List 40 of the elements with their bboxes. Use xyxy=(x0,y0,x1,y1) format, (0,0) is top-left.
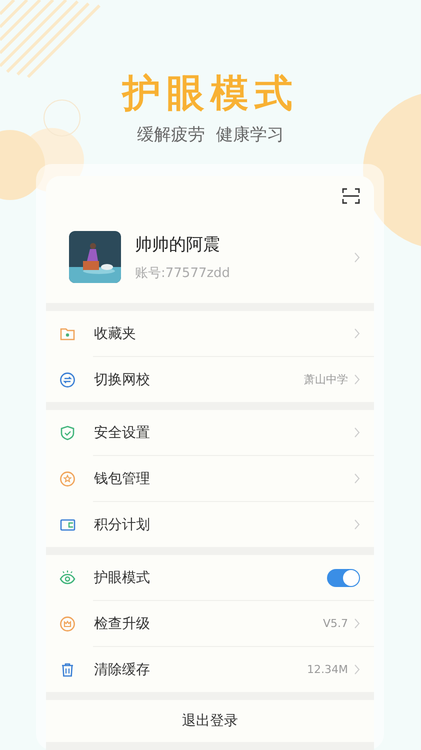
row-label: 清除缓存 xyxy=(94,660,151,678)
settings-row[interactable]: 积分计划 xyxy=(46,502,374,547)
row-label: 检查升级 xyxy=(94,614,151,632)
page-subtitle: 缓解疲劳 健康学习 xyxy=(137,124,284,146)
settings-row[interactable]: 清除缓存 12.34M xyxy=(46,647,374,692)
chevron-icon xyxy=(354,252,360,262)
chevron-icon xyxy=(354,618,360,629)
chevron-icon xyxy=(354,473,360,484)
settings-row[interactable]: 收藏夹 xyxy=(46,311,374,356)
logout-button[interactable]: 退出登录 xyxy=(46,700,374,742)
row-value: 萧山中学 xyxy=(304,372,348,387)
chevron-icon xyxy=(354,519,360,530)
row-label: 护眼模式 xyxy=(94,568,151,586)
row-label: 积分计划 xyxy=(94,516,151,534)
settings-row[interactable]: 钱包管理 xyxy=(46,456,374,501)
chevron-icon xyxy=(354,374,360,385)
settings-row[interactable]: 安全设置 xyxy=(46,410,374,455)
settings-row[interactable]: 切换网校 萧山中学 xyxy=(46,357,374,402)
settings-row[interactable]: 护眼模式 xyxy=(46,555,374,600)
shield-icon xyxy=(59,424,76,441)
settings-row[interactable]: 检查升级 V5.7 xyxy=(46,601,374,646)
row-label: 收藏夹 xyxy=(94,324,137,342)
trash-icon xyxy=(59,661,76,678)
page-title: 护眼模式 xyxy=(122,70,298,116)
swap-icon xyxy=(59,371,76,388)
chevron-icon xyxy=(354,427,360,438)
toggle-switch[interactable] xyxy=(327,568,360,586)
row-value: V5.7 xyxy=(322,617,348,630)
row-label: 切换网校 xyxy=(94,370,151,388)
row-label: 钱包管理 xyxy=(94,470,151,488)
chevron-icon xyxy=(354,328,360,339)
eye-icon xyxy=(59,569,76,586)
row-value: 12.34M xyxy=(307,663,348,676)
scan-icon[interactable] xyxy=(342,188,360,204)
chevron-icon xyxy=(354,664,360,675)
account-number: 账号:77577zdd xyxy=(135,264,232,282)
ring-drawing xyxy=(44,100,80,136)
user-name: 帅帅的阿震 xyxy=(135,234,221,256)
row-label: 安全设置 xyxy=(94,424,151,442)
crown-icon xyxy=(59,615,76,632)
